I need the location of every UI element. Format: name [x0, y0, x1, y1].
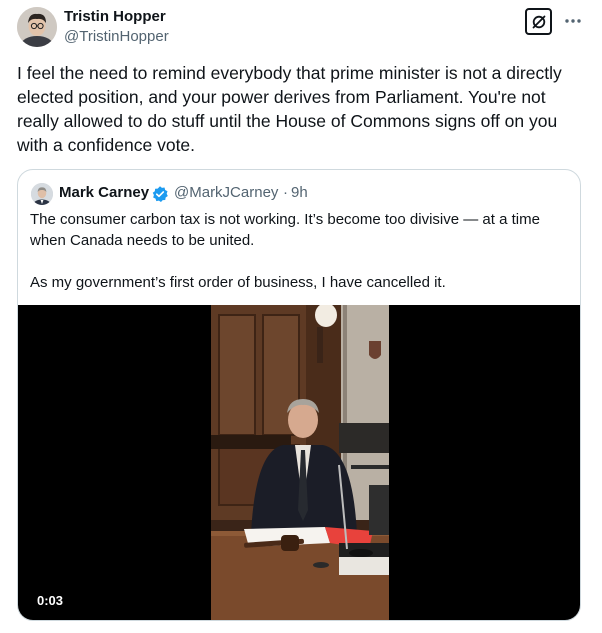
quoted-author-avatar[interactable] [31, 183, 53, 205]
grok-button[interactable] [525, 8, 552, 35]
grok-slash-icon [532, 15, 545, 28]
quoted-author-handle[interactable]: @MarkJCarney [174, 184, 278, 201]
author-avatar[interactable] [17, 7, 57, 47]
quoted-post-card[interactable]: Mark Carney @MarkJCarney · 9h The consum… [17, 169, 581, 621]
quoted-author-name[interactable]: Mark Carney [59, 184, 149, 201]
more-options-button[interactable] [562, 12, 584, 32]
quoted-post-paragraph: The consumer carbon tax is not working. … [30, 211, 540, 249]
post-text: I feel the need to remind everybody that… [17, 63, 562, 155]
author-avatar-image [17, 7, 57, 47]
quoted-post-text: The consumer carbon tax is not working. … [30, 209, 570, 293]
video-still-image [211, 305, 389, 620]
quoted-post-paragraph: As my government’s first order of busine… [30, 274, 446, 291]
meta-separator: · [283, 184, 288, 201]
author-name[interactable]: Tristin Hopper [64, 8, 166, 25]
video-timestamp: 0:03 [37, 593, 64, 608]
verified-badge-icon [152, 186, 168, 203]
author-handle[interactable]: @TristinHopper [64, 28, 169, 45]
previous-post-edge [0, 0, 602, 3]
quoted-author-avatar-image [31, 183, 53, 205]
more-dots-icon [565, 19, 581, 23]
video-player[interactable]: 0:03 [18, 305, 580, 620]
quoted-post-time[interactable]: 9h [291, 184, 308, 201]
